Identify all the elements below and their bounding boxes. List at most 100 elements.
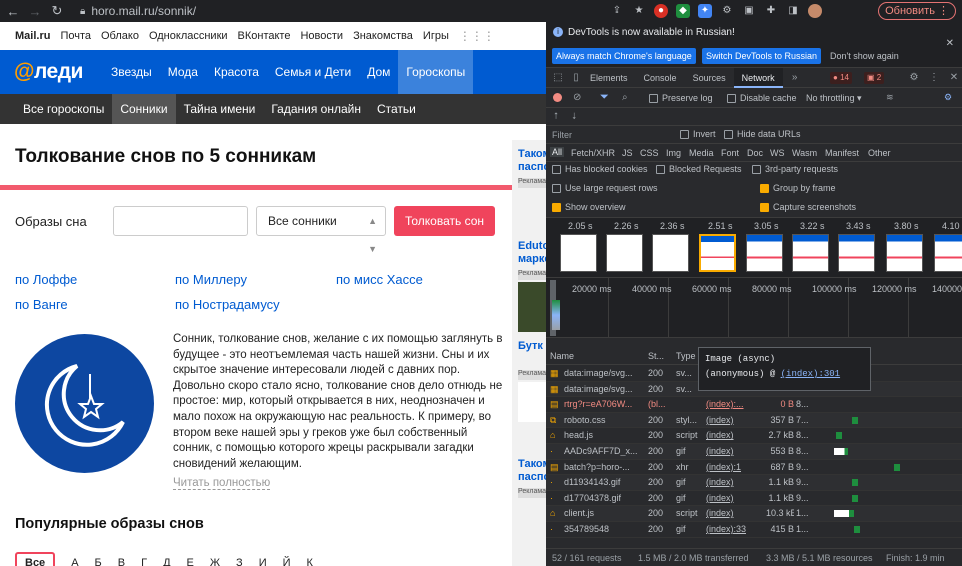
type-filter[interactable]: Img (666, 148, 681, 158)
capture-screenshots-checkbox[interactable]: Capture screenshots (760, 202, 856, 213)
upload-icon[interactable]: ⭡ (554, 111, 558, 122)
portal-link[interactable]: ВКонтакте (238, 30, 291, 42)
kebab-menu-icon[interactable]: ⋮ (928, 72, 940, 84)
throttling-select[interactable]: No throttling ▾ (806, 93, 862, 104)
type-filter[interactable]: CSS (640, 148, 659, 158)
extension-colors-icon[interactable]: ✦ (698, 4, 712, 18)
type-filter[interactable]: JS (622, 148, 633, 158)
request-initiator[interactable]: (index) (706, 446, 734, 456)
request-row[interactable]: ⌂ client.js 200 script (index) 10.3 kB 1... (546, 506, 962, 522)
portal-link[interactable]: Mail.ru (15, 30, 50, 42)
nav-item[interactable]: Дом (359, 50, 398, 94)
subnav-item[interactable]: Гадания онлайн (263, 94, 369, 124)
reload-icon[interactable]: ↻ (48, 3, 66, 19)
request-initiator[interactable]: (index) (706, 430, 734, 440)
request-row[interactable]: ⌂ head.js 200 script (index) 2.7 kB 8... (546, 428, 962, 444)
dream-book-link[interactable]: по Лоффе (15, 272, 77, 287)
warning-badge[interactable]: ▣ 2 (864, 72, 885, 84)
logo[interactable]: @леди (14, 60, 83, 84)
show-overview-checkbox[interactable]: Show overview (552, 202, 626, 213)
nav-item-active[interactable]: Гороскопы (398, 50, 474, 94)
request-row[interactable]: · 354789548 200 gif (index):33 415 B 1... (546, 521, 962, 538)
request-initiator[interactable]: (index):... (706, 399, 744, 409)
request-row[interactable]: · AADc9AFF7D_x... 200 gif (index) 553 B 8... (546, 443, 962, 460)
puzzle-icon[interactable]: ✚ (764, 4, 778, 18)
letter[interactable]: Г (141, 557, 147, 566)
ad-title[interactable]: Таком паспор (518, 458, 546, 484)
nav-item[interactable]: Красота (206, 50, 267, 94)
letter[interactable]: К (307, 557, 313, 566)
inspect-icon[interactable]: ⬚ (552, 72, 564, 84)
nav-item[interactable]: Семья и Дети (267, 50, 359, 94)
request-initiator[interactable]: (index):1 (706, 462, 741, 472)
letter[interactable]: И (259, 557, 267, 566)
sonnik-select[interactable]: Все сонники ▲ ▼ (256, 206, 386, 254)
switch-russian-button[interactable]: Switch DevTools to Russian (702, 48, 822, 64)
portal-link[interactable]: Новости (300, 30, 343, 42)
type-filter[interactable]: Fetch/XHR (571, 148, 615, 158)
error-badge[interactable]: ● 14 (830, 72, 852, 84)
request-initiator[interactable]: (index) (706, 477, 734, 487)
ad-title[interactable]: Edutor марке (518, 240, 546, 266)
dream-book-link[interactable]: по мисс Хассе (336, 272, 423, 287)
read-more-link[interactable]: Читать полностью (173, 477, 271, 490)
col-name[interactable]: Name (550, 351, 574, 361)
portal-link[interactable]: Игры (423, 30, 449, 42)
request-row[interactable]: · d17704378.gif 200 gif (index) 1.1 kB 9... (546, 490, 962, 507)
device-icon[interactable]: ▯ (570, 72, 582, 84)
blocked-cookies-checkbox[interactable]: Has blocked cookies (552, 164, 648, 175)
letter[interactable]: А (71, 557, 78, 566)
blocked-requests-checkbox[interactable]: Blocked Requests (656, 164, 742, 175)
extension-gear-icon[interactable]: ⚙ (720, 4, 734, 18)
extension-green-icon[interactable]: ◆ (676, 4, 690, 18)
download-icon[interactable]: ⭣ (572, 111, 576, 122)
subnav-item[interactable]: Все гороскопы (15, 94, 112, 124)
film-frame[interactable] (934, 234, 962, 272)
overview-timeline[interactable]: 20000 ms 40000 ms 60000 ms 80000 ms 1000… (546, 278, 962, 338)
type-filter-all[interactable]: All (550, 147, 565, 157)
extension-red-icon[interactable]: ● (654, 4, 668, 18)
request-initiator[interactable]: (index) (706, 493, 734, 503)
group-by-frame-checkbox[interactable]: Group by frame (760, 183, 836, 194)
ad-title[interactable]: Бутк на Хе (518, 340, 546, 353)
apps-grid-icon[interactable]: ⋮⋮⋮ (459, 29, 495, 43)
request-initiator[interactable]: (index) (706, 508, 734, 518)
type-filter[interactable]: Wasm (792, 148, 817, 158)
network-settings-icon[interactable]: ⚙ (944, 92, 952, 103)
type-filter[interactable]: Doc (747, 148, 763, 158)
wifi-icon[interactable]: ≋ (886, 92, 894, 103)
tab-elements[interactable]: Elements (582, 68, 636, 88)
letter[interactable]: Й (283, 557, 291, 566)
subnav-item[interactable]: Статьи (369, 94, 424, 124)
dont-show-button[interactable]: Don't show again (826, 48, 903, 64)
film-frame[interactable] (746, 234, 783, 272)
clear-icon[interactable]: ⊘ (573, 92, 581, 103)
dream-book-link[interactable]: по Миллеру (175, 272, 247, 287)
record-icon[interactable] (553, 93, 562, 102)
hide-data-urls-checkbox[interactable]: Hide data URLs (724, 129, 801, 140)
portal-link[interactable]: Знакомства (353, 30, 413, 42)
film-frame-selected[interactable] (699, 234, 736, 272)
film-frame[interactable] (886, 234, 923, 272)
col-type[interactable]: Type (676, 351, 696, 361)
letter[interactable]: Б (95, 557, 102, 566)
tab-console[interactable]: Console (636, 68, 685, 88)
ad-title[interactable]: Таком паспор (518, 148, 546, 174)
subnav-item-active[interactable]: Сонники (112, 94, 176, 124)
close-icon[interactable]: ✕ (946, 38, 954, 49)
portal-link[interactable]: Облако (101, 30, 139, 42)
subnav-item[interactable]: Тайна имени (176, 94, 264, 124)
back-icon[interactable]: ← (4, 4, 22, 19)
tooltip-link[interactable]: (index):301 (781, 369, 840, 379)
request-initiator[interactable]: (index):33 (706, 524, 746, 534)
letter-all[interactable]: Все (15, 552, 56, 566)
film-frame[interactable] (792, 234, 829, 272)
film-frame[interactable] (838, 234, 875, 272)
invert-checkbox[interactable]: Invert (680, 129, 716, 140)
interpret-button[interactable]: Толковать сон (394, 206, 495, 236)
more-tabs-icon[interactable]: » (789, 72, 801, 84)
letter[interactable]: З (236, 557, 243, 566)
nav-item[interactable]: Звезды (103, 50, 160, 94)
dream-input[interactable] (113, 206, 248, 236)
film-frame[interactable] (606, 234, 643, 272)
